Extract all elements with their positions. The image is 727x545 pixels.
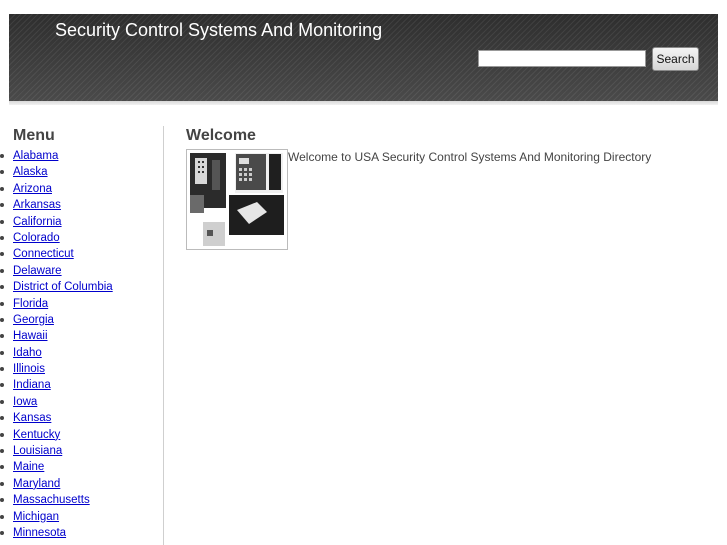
menu-title: Menu bbox=[13, 127, 55, 144]
menu-link-district-of-columbia[interactable]: District of Columbia bbox=[13, 280, 113, 294]
menu-link-arizona[interactable]: Arizona bbox=[13, 182, 52, 196]
bullet-icon bbox=[0, 317, 4, 322]
menu-link-kentucky[interactable]: Kentucky bbox=[13, 428, 60, 442]
welcome-text: Welcome to USA Security Control Systems … bbox=[288, 150, 652, 164]
menu-link-idaho[interactable]: Idaho bbox=[13, 346, 42, 360]
bullet-icon bbox=[0, 219, 4, 224]
bullet-icon bbox=[0, 285, 4, 290]
bullet-icon bbox=[0, 416, 4, 421]
bullet-icon bbox=[0, 235, 4, 240]
bullet-icon bbox=[0, 268, 4, 273]
security-devices-graphic bbox=[187, 150, 287, 249]
menu-link-delaware[interactable]: Delaware bbox=[13, 264, 62, 278]
menu-link-illinois[interactable]: Illinois bbox=[13, 362, 45, 376]
menu-link-alaska[interactable]: Alaska bbox=[13, 165, 48, 179]
header-divider bbox=[9, 101, 718, 105]
menu-link-minnesota[interactable]: Minnesota bbox=[13, 526, 66, 540]
menu-link-california[interactable]: California bbox=[13, 215, 62, 229]
menu-link-michigan[interactable]: Michigan bbox=[13, 510, 59, 524]
menu-link-kansas[interactable]: Kansas bbox=[13, 411, 51, 425]
menu-link-connecticut[interactable]: Connecticut bbox=[13, 247, 74, 261]
bullet-icon bbox=[0, 203, 4, 208]
search-input[interactable] bbox=[478, 50, 646, 67]
search-button[interactable]: Search bbox=[652, 47, 699, 71]
menu-link-maine[interactable]: Maine bbox=[13, 460, 44, 474]
site-header: Security Control Systems And Monitoring … bbox=[9, 14, 718, 101]
bullet-icon bbox=[0, 154, 4, 158]
menu-link-massachusetts[interactable]: Massachusetts bbox=[13, 493, 90, 507]
bullet-icon bbox=[0, 383, 4, 388]
bullet-icon bbox=[0, 514, 4, 519]
bullet-icon bbox=[0, 498, 4, 503]
bullet-icon bbox=[0, 367, 4, 372]
page-title: Welcome bbox=[186, 127, 256, 144]
menu-link-alabama[interactable]: Alabama bbox=[13, 149, 58, 163]
menu-link-colorado[interactable]: Colorado bbox=[13, 231, 60, 245]
site-title[interactable]: Security Control Systems And Monitoring bbox=[55, 20, 382, 41]
menu-link-georgia[interactable]: Georgia bbox=[13, 313, 54, 327]
menu-link-hawaii[interactable]: Hawaii bbox=[13, 329, 48, 343]
menu-link-indiana[interactable]: Indiana bbox=[13, 378, 51, 392]
menu-link-arkansas[interactable]: Arkansas bbox=[13, 198, 61, 212]
security-devices-image bbox=[186, 149, 288, 250]
sidebar: Menu Alabama Alaska Arizona Arkansas Cal… bbox=[0, 127, 163, 545]
bullet-icon bbox=[0, 399, 4, 404]
bullet-icon bbox=[0, 350, 4, 355]
bullet-icon bbox=[0, 465, 4, 470]
bullet-icon bbox=[0, 449, 4, 454]
bullet-icon bbox=[0, 432, 4, 437]
menu-link-louisiana[interactable]: Louisiana bbox=[13, 444, 62, 458]
sidebar-divider bbox=[163, 126, 164, 545]
bullet-icon bbox=[0, 186, 4, 191]
menu-link-maryland[interactable]: Maryland bbox=[13, 477, 60, 491]
bullet-icon bbox=[0, 170, 4, 175]
bullet-icon bbox=[0, 481, 4, 486]
menu-link-florida[interactable]: Florida bbox=[13, 297, 48, 311]
bullet-icon bbox=[0, 252, 4, 257]
bullet-icon bbox=[0, 530, 4, 535]
menu-link-iowa[interactable]: Iowa bbox=[13, 395, 37, 409]
bullet-icon bbox=[0, 301, 4, 306]
bullet-icon bbox=[0, 334, 4, 339]
